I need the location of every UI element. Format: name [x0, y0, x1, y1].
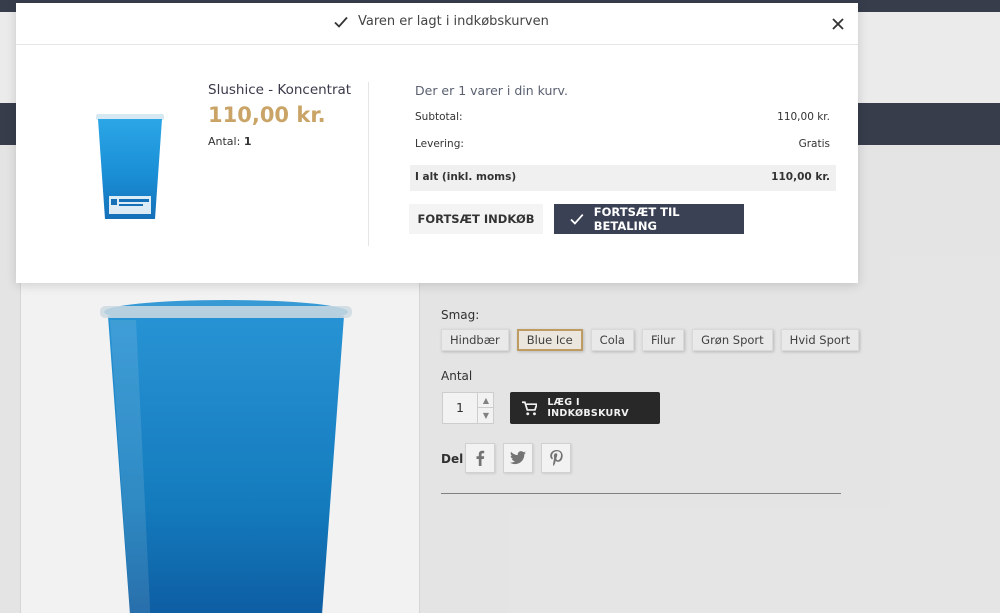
- check-icon: [334, 16, 348, 28]
- product-thumbnail: [96, 114, 164, 219]
- total-row: I alt (inkl. moms) 110,00 kr.: [410, 165, 836, 191]
- quantity-value: 1: [243, 135, 252, 148]
- cart-confirmation-modal: Varen er lagt i indkøbskurven Slushice -…: [16, 3, 858, 283]
- total-value: 110,00 kr.: [771, 171, 830, 183]
- checkout-label: FORTSÆT TIL BETALING: [593, 205, 680, 233]
- quantity-label: Antal:: [208, 135, 241, 148]
- modal-title: Varen er lagt i indkøbskurven: [334, 14, 549, 29]
- product-quantity: Antal: 1: [208, 135, 251, 148]
- shipping-label: Levering:: [415, 138, 464, 150]
- subtotal-value: 110,00 kr.: [777, 111, 830, 123]
- total-label: I alt (inkl. moms): [415, 171, 517, 183]
- shipping-row: Levering: Gratis: [410, 132, 836, 158]
- continue-shopping-button[interactable]: FORTSÆT INDKØB: [409, 204, 543, 234]
- proceed-to-checkout-button[interactable]: FORTSÆT TIL BETALING: [554, 204, 744, 234]
- product-name: Slushice - Koncentrat: [208, 82, 352, 98]
- shipping-value: Gratis: [798, 138, 830, 150]
- close-icon[interactable]: [830, 16, 846, 32]
- cart-count-text: Der er 1 varer i din kurv.: [415, 83, 568, 98]
- modal-header: Varen er lagt i indkøbskurven: [16, 3, 858, 45]
- vertical-divider: [368, 82, 369, 246]
- check-icon: [570, 213, 584, 225]
- subtotal-row: Subtotal: 110,00 kr.: [410, 105, 836, 131]
- product-price: 110,00 kr.: [208, 103, 326, 127]
- subtotal-label: Subtotal:: [415, 111, 463, 123]
- modal-title-text: Varen er lagt i indkøbskurven: [358, 14, 549, 29]
